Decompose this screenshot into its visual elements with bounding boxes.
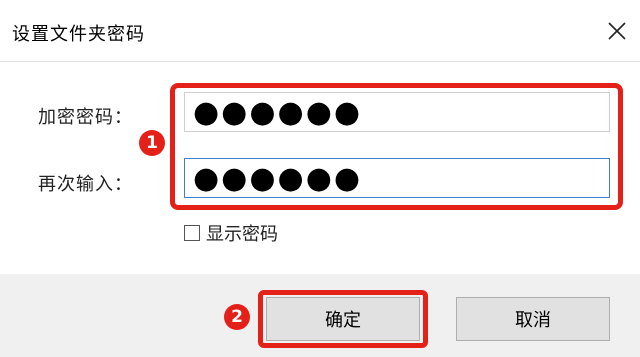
- show-password-toggle[interactable]: 显示密码: [184, 220, 278, 246]
- step-2-badge: 2: [224, 304, 250, 330]
- encrypt-password-label: 加密密码：: [38, 107, 133, 128]
- dialog-title: 设置文件夹密码: [12, 24, 145, 45]
- confirm-password-label: 再次输入：: [38, 174, 133, 195]
- close-button[interactable]: [602, 16, 632, 46]
- password-fields-highlight: [170, 83, 623, 210]
- show-password-label: 显示密码: [206, 224, 278, 245]
- cancel-button[interactable]: 取消: [456, 297, 610, 341]
- title-bar: 设置文件夹密码: [0, 0, 640, 62]
- step-1-badge: 1: [139, 130, 165, 156]
- show-password-checkbox[interactable]: [184, 225, 200, 241]
- close-icon: [608, 22, 626, 40]
- ok-button-highlight: [258, 290, 428, 348]
